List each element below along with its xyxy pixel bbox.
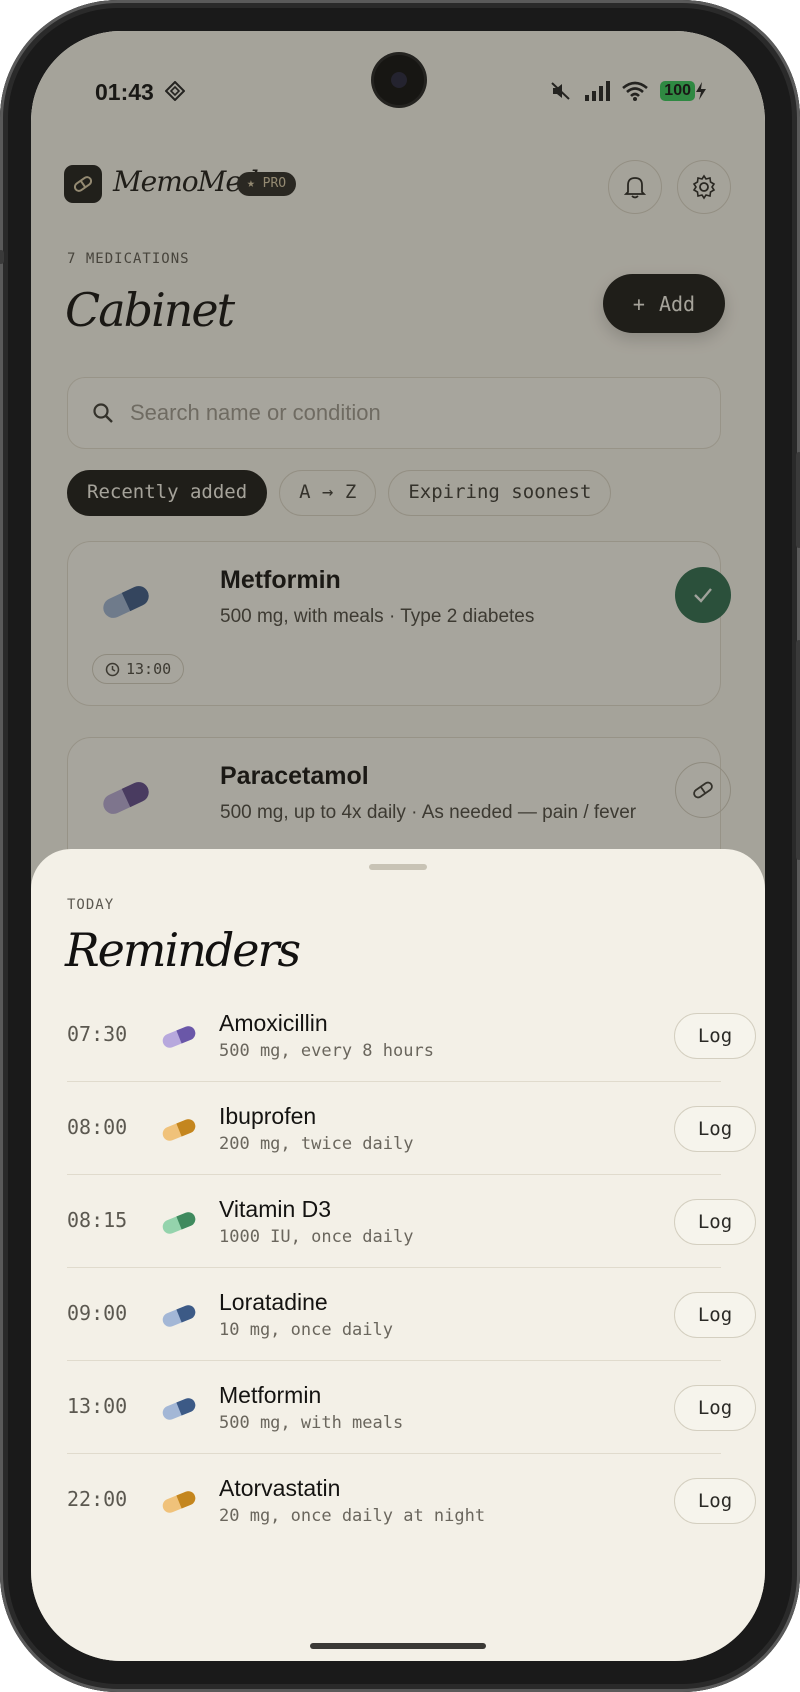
power-button — [796, 452, 800, 548]
log-button[interactable]: Log — [674, 1199, 756, 1245]
reminder-row: 22:00 Atorvastatin 20 mg, once daily at … — [67, 1454, 756, 1547]
volume-button — [796, 640, 800, 860]
reminder-row: 13:00 Metformin 500 mg, with meals Log — [67, 1361, 756, 1454]
log-button[interactable]: Log — [674, 1013, 756, 1059]
log-button[interactable]: Log — [674, 1385, 756, 1431]
reminder-row: 09:00 Loratadine 10 mg, once daily Log — [67, 1268, 756, 1361]
reminder-med-name: Atorvastatin — [219, 1475, 341, 1501]
phone-frame: 01:43 100 MemoMed ★ PRO 7 MEDICATIONS Ca… — [0, 0, 800, 1692]
reminder-med-name: Metformin — [219, 1382, 322, 1408]
reminder-list: 07:30 Amoxicillin 500 mg, every 8 hours … — [67, 989, 756, 1547]
reminder-time: 08:15 — [67, 1208, 128, 1232]
pill-icon — [162, 1026, 196, 1048]
pill-icon — [162, 1491, 196, 1513]
reminder-time: 07:30 — [67, 1022, 128, 1046]
reminder-dose: 500 mg, every 8 hours — [219, 1041, 434, 1061]
reminder-med-name: Vitamin D3 — [219, 1196, 332, 1222]
sheet-drag-handle[interactable] — [369, 864, 427, 870]
log-button[interactable]: Log — [674, 1292, 756, 1338]
reminder-dose: 200 mg, twice daily — [219, 1134, 414, 1154]
side-button-left — [0, 250, 4, 264]
log-button[interactable]: Log — [674, 1478, 756, 1524]
reminder-time: 22:00 — [67, 1487, 128, 1511]
reminder-time: 09:00 — [67, 1301, 128, 1325]
reminder-row: 08:00 Ibuprofen 200 mg, twice daily Log — [67, 1082, 756, 1175]
home-indicator[interactable] — [310, 1643, 486, 1649]
reminder-dose: 500 mg, with meals — [219, 1413, 404, 1433]
sheet-title: Reminders — [65, 923, 301, 977]
reminder-dose: 1000 IU, once daily — [219, 1227, 414, 1247]
pill-icon — [162, 1119, 196, 1141]
pill-icon — [162, 1398, 196, 1420]
sheet-overline: TODAY — [67, 897, 115, 913]
reminders-sheet: TODAY Reminders 07:30 Amoxicillin 500 mg… — [31, 849, 765, 1661]
reminder-row: 07:30 Amoxicillin 500 mg, every 8 hours … — [67, 989, 756, 1082]
reminder-med-name: Loratadine — [219, 1289, 328, 1315]
reminder-dose: 10 mg, once daily — [219, 1320, 393, 1340]
pill-icon — [162, 1212, 196, 1234]
reminder-time: 13:00 — [67, 1394, 128, 1418]
reminder-dose: 20 mg, once daily at night — [219, 1506, 486, 1526]
reminder-med-name: Amoxicillin — [219, 1010, 328, 1036]
reminder-time: 08:00 — [67, 1115, 128, 1139]
reminder-med-name: Ibuprofen — [219, 1103, 317, 1129]
reminder-row: 08:15 Vitamin D3 1000 IU, once daily Log — [67, 1175, 756, 1268]
pill-icon — [162, 1305, 196, 1327]
log-button[interactable]: Log — [674, 1106, 756, 1152]
screen: 01:43 100 MemoMed ★ PRO 7 MEDICATIONS Ca… — [31, 31, 765, 1661]
